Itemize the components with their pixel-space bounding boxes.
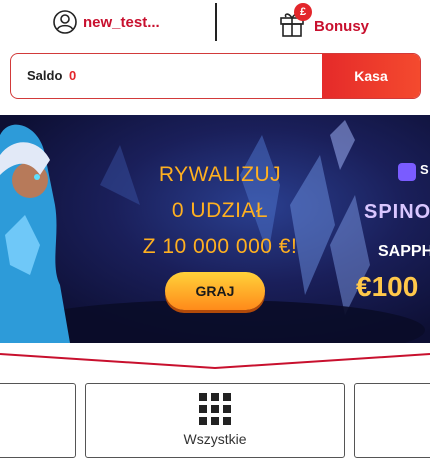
promo-brand: S [420, 162, 429, 177]
gift-icon: £ [278, 3, 312, 38]
top-bar: new_test... £ Bonusy [0, 0, 430, 44]
header-divider [215, 3, 217, 41]
balance-bar: Saldo 0 Kasa [10, 53, 421, 99]
banner-line-1: RYWALIZUJ [158, 163, 282, 186]
promo-amount: €100 [356, 271, 419, 302]
promo-subtitle: SAPPH [378, 243, 430, 260]
balance-value: 0 [69, 68, 77, 83]
category-tile-left[interactable] [0, 383, 76, 458]
balance-label: Saldo [27, 68, 63, 83]
bonus-link[interactable]: £ Bonusy [278, 3, 370, 38]
cashier-button[interactable]: Kasa [322, 54, 420, 98]
category-tile-right[interactable] [354, 383, 430, 458]
bonus-badge: £ [294, 3, 312, 21]
category-all-label: Wszystkie [183, 431, 247, 447]
promo-title: SPINO [364, 201, 430, 223]
bonus-label: Bonusy [314, 17, 370, 35]
username: new_test... [83, 13, 160, 31]
category-all[interactable]: Wszystkie [85, 383, 345, 458]
grid-icon [199, 393, 231, 425]
section-divider [0, 353, 430, 370]
banner-line-3: Z 10 000 000 €! [142, 235, 298, 258]
promo-logo-icon [398, 163, 416, 181]
user-account[interactable]: new_test... [53, 10, 160, 34]
banner-line-2: 0 UDZIAŁ [171, 199, 269, 222]
promo-banner[interactable]: RYWALIZUJ 0 UDZIAŁ Z 10 000 000 €! GRAJ … [0, 115, 430, 343]
play-button[interactable]: GRAJ [165, 272, 265, 310]
user-icon [53, 10, 77, 34]
